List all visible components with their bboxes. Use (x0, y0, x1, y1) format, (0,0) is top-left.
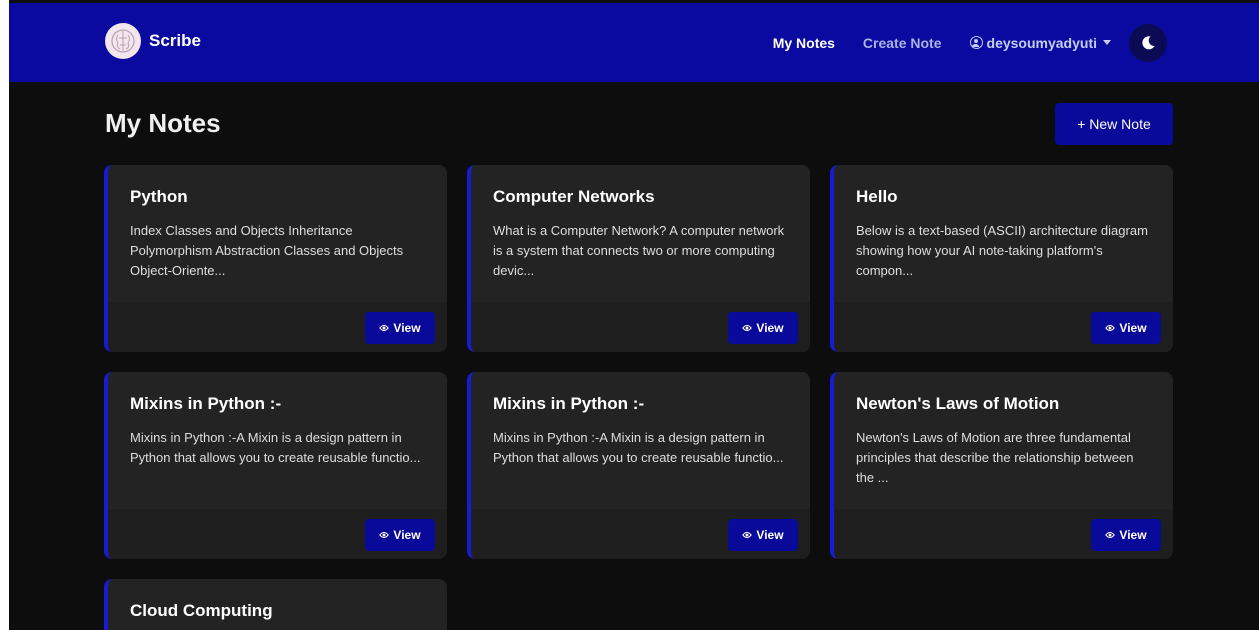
view-label: View (756, 321, 784, 335)
nav-my-notes[interactable]: My Notes (773, 35, 835, 51)
eye-icon (742, 325, 753, 331)
card-footer: View (834, 302, 1173, 352)
card-footer: View (471, 302, 810, 352)
view-button[interactable]: View (728, 519, 798, 551)
window-edge (0, 0, 9, 630)
caret-down-icon (1103, 40, 1111, 45)
note-card: Cloud Computing (104, 579, 447, 630)
nav-create-note[interactable]: Create Note (863, 35, 942, 51)
note-title: Hello (856, 187, 898, 206)
card-footer: View (108, 302, 447, 352)
note-excerpt: Mixins in Python :-A Mixin is a design p… (130, 430, 421, 465)
view-button[interactable]: View (728, 312, 798, 344)
card-footer: View (834, 509, 1173, 559)
navbar: Scribe My Notes Create Note deysoumyadyu… (9, 3, 1259, 82)
brand-name: Scribe (149, 31, 201, 50)
eye-icon (1105, 532, 1116, 538)
moon-icon (1142, 35, 1155, 49)
view-label: View (1119, 528, 1147, 542)
note-title: Newton's Laws of Motion (856, 394, 1060, 413)
brain-logo-icon (105, 23, 141, 59)
page-title: My Notes (105, 108, 221, 138)
note-title: Mixins in Python :- (493, 394, 645, 413)
brand[interactable]: Scribe (105, 23, 201, 59)
eye-icon (1105, 325, 1116, 331)
note-excerpt: Index Classes and Objects Inheritance Po… (130, 223, 404, 278)
eye-icon (379, 325, 390, 331)
card-footer: View (471, 509, 810, 559)
note-card: Python Index Classes and Objects Inherit… (104, 165, 447, 352)
note-card: Newton's Laws of Motion Newton's Laws of… (830, 372, 1173, 559)
view-button[interactable]: View (365, 519, 435, 551)
view-button[interactable]: View (365, 312, 435, 344)
note-card: Mixins in Python :- Mixins in Python :-A… (104, 372, 447, 559)
view-button[interactable]: View (1091, 519, 1161, 551)
card-footer: View (108, 509, 447, 559)
note-title: Mixins in Python :- (130, 394, 282, 413)
note-excerpt: Below is a text-based (ASCII) architectu… (856, 223, 1148, 278)
view-label: View (1119, 321, 1147, 335)
new-note-button[interactable]: + New Note (1055, 103, 1173, 145)
note-card: Hello Below is a text-based (ASCII) arch… (830, 165, 1173, 352)
view-label: View (756, 528, 784, 542)
note-title: Computer Networks (493, 187, 655, 206)
note-excerpt: Mixins in Python :-A Mixin is a design p… (493, 430, 784, 465)
note-title: Python (130, 187, 188, 206)
user-name: deysoumyadyuti (986, 34, 1097, 51)
note-card: Mixins in Python :- Mixins in Python :-A… (467, 372, 810, 559)
user-dropdown[interactable]: deysoumyadyuti (969, 34, 1111, 51)
eye-icon (379, 532, 390, 538)
note-title: Cloud Computing (130, 601, 273, 620)
theme-toggle-button[interactable] (1129, 23, 1167, 62)
view-label: View (393, 321, 421, 335)
user-circle-icon (969, 36, 983, 49)
note-card: Computer Networks What is a Computer Net… (467, 165, 810, 352)
note-excerpt: Newton's Laws of Motion are three fundam… (856, 430, 1134, 485)
view-button[interactable]: View (1091, 312, 1161, 344)
view-label: View (393, 528, 421, 542)
eye-icon (742, 532, 753, 538)
note-excerpt: What is a Computer Network? A computer n… (493, 223, 785, 278)
nav-links: My Notes Create Note deysoumyadyuti (773, 3, 1259, 82)
